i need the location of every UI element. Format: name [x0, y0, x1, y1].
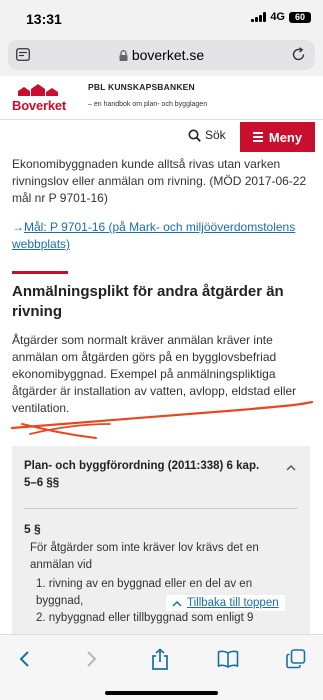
signal-icon [251, 12, 267, 22]
logo-text[interactable]: Boverket [12, 98, 66, 113]
tabs-button[interactable] [284, 647, 308, 671]
list-item: 2. nybyggnad eller tillbyggnad som enlig… [36, 612, 254, 624]
chevron-up-icon[interactable] [286, 464, 296, 471]
site-title[interactable]: PBL KUNSKAPSBANKEN [88, 82, 195, 92]
accordion-divider [24, 508, 298, 509]
back-button[interactable] [12, 647, 36, 671]
site-subtitle: – en handbok om plan- och bygglagen [88, 101, 208, 108]
search-label: Sök [205, 128, 226, 142]
article-content: Ekonomibyggnaden kunde alltså rivas utan… [12, 154, 312, 417]
network-type: 4G [270, 11, 285, 23]
menu-label: Meny [268, 129, 303, 145]
section-divider [12, 271, 68, 274]
status-time: 13:31 [26, 11, 62, 27]
url-label: boverket.se [131, 47, 205, 63]
paragraph-text: För åtgärder som inte kräver lov krävs d… [30, 542, 259, 571]
lock-icon [119, 50, 128, 61]
menu-button[interactable]: Meny [240, 122, 315, 152]
book-icon [217, 650, 239, 668]
case-reference-text: Mål: P 9701-16 (på Mark- och miljööverdo… [12, 220, 296, 251]
address-bar[interactable]: boverket.se [8, 40, 315, 70]
status-bar: 13:31 4G 60 [0, 0, 323, 36]
boverket-logo-icon[interactable] [16, 82, 64, 98]
back-to-top-link[interactable]: Tillbaka till toppen [166, 595, 285, 611]
url-text[interactable]: boverket.se [8, 47, 315, 63]
hamburger-icon [252, 132, 263, 142]
share-button[interactable] [148, 647, 172, 671]
case-reference-link[interactable]: → Mål: P 9701-16 (på Mark- och miljööver… [12, 219, 312, 253]
chevron-left-icon [19, 651, 29, 667]
browser-toolbar [0, 634, 323, 700]
paragraph-number: 5 § [24, 522, 41, 536]
bookmarks-button[interactable] [216, 647, 240, 671]
search-icon [188, 129, 201, 142]
chevron-up-icon [172, 600, 182, 607]
home-indicator [105, 691, 218, 695]
reload-icon[interactable] [291, 47, 306, 62]
chevron-right-icon [87, 651, 97, 667]
header-actions: Sök Meny [0, 120, 323, 154]
intro-paragraph: Ekonomibyggnaden kunde alltså rivas utan… [12, 157, 307, 205]
legislation-accordion[interactable]: Plan- och byggförordning (2011:338) 6 ka… [12, 446, 310, 641]
status-indicators: 4G 60 [251, 11, 311, 23]
section-heading: Anmälningsplikt för andra åtgärder än ri… [12, 283, 284, 320]
accordion-title[interactable]: Plan- och byggförordning (2011:338) 6 ka… [24, 458, 274, 492]
forward-button[interactable] [80, 647, 104, 671]
back-to-top-label: Tillbaka till toppen [187, 597, 279, 609]
share-icon [152, 648, 168, 670]
section-body: Åtgärder som normalt kräver anmälan kräv… [12, 333, 297, 415]
arrow-right-icon: → [12, 220, 24, 234]
browser-address-area: boverket.se [0, 36, 323, 76]
search-button[interactable]: Sök [188, 128, 226, 142]
tabs-overview-icon [286, 649, 306, 669]
battery-icon: 60 [289, 11, 311, 23]
site-header: Boverket PBL KUNSKAPSBANKEN – en handbok… [0, 76, 323, 120]
